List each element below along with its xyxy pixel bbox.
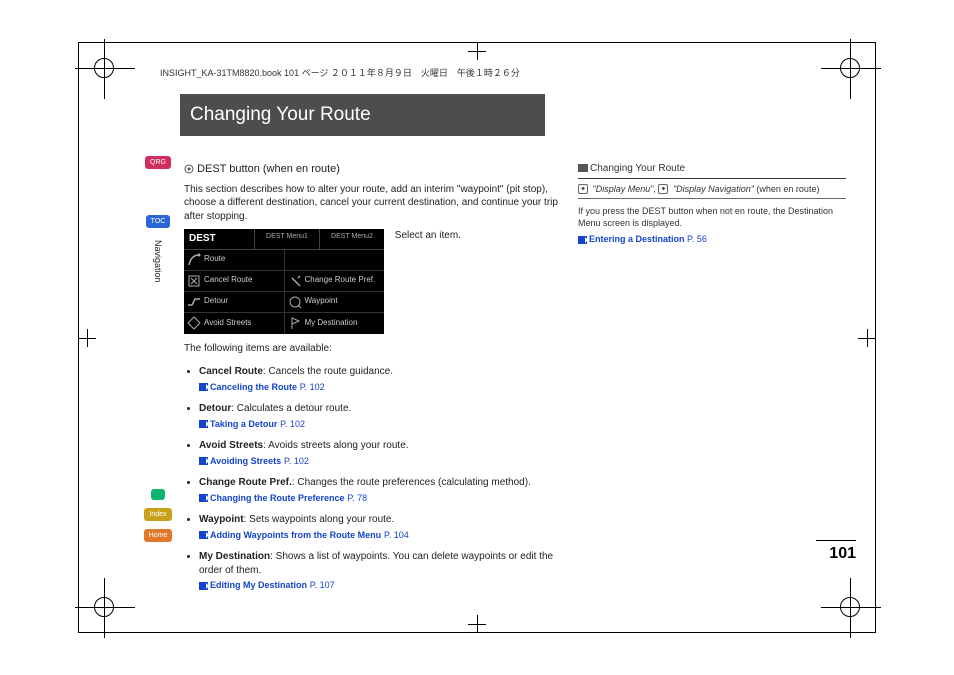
xref-link[interactable]: Adding Waypoints from the Route Menu [210,530,381,540]
sc-label: Change Route Pref. [305,276,376,285]
item-name: Waypoint [199,514,244,525]
list-item: Avoid Streets: Avoids streets along your… [199,439,564,468]
avoid-icon [187,316,201,330]
pref-icon [288,274,302,288]
sc-tab-menu1: DEST Menu1 [254,229,319,249]
xref-page: P. 102 [280,419,305,429]
items-list: Cancel Route: Cancels the route guidance… [184,365,564,593]
xref-link[interactable]: Entering a Destination [589,234,685,244]
route-icon [187,253,201,267]
aside-voice: ✦ "Display Menu", ✦ "Display Navigation"… [578,183,846,199]
aside-head-text: Changing Your Route [590,163,685,174]
voice-icon: ✦ [578,184,588,194]
voice-cmd-2: "Display Navigation" [673,184,754,194]
xref-icon [578,236,587,244]
crosshair [468,615,486,633]
sc-tab-menu2: DEST Menu2 [319,229,384,249]
registration-mark [94,58,114,78]
xref-icon [199,494,208,502]
crosshair [858,329,876,347]
sc-label: Waypoint [305,297,338,306]
xref-link[interactable]: Taking a Detour [210,419,277,429]
xref-link[interactable]: Avoiding Streets [210,456,281,466]
detour-icon [187,295,201,309]
item-name: Detour [199,403,231,414]
nav-screenshot: DEST DEST Menu1 DEST Menu2 Route Cancel … [184,229,384,334]
xref-page: P. 102 [284,456,309,466]
tab-qrg[interactable]: QRG [145,156,171,169]
xref-icon [199,457,208,465]
note-icon [578,164,588,172]
aside-heading: Changing Your Route [578,162,846,179]
item-desc: : Changes the route preferences (calcula… [292,477,531,488]
xref-icon [199,420,208,428]
tab-voice[interactable] [151,489,165,500]
intro-text: This section describes how to alter your… [184,183,564,224]
list-item: My Destination: Shows a list of waypoint… [199,550,564,593]
item-name: Change Route Pref. [199,477,292,488]
sc-label: Avoid Streets [204,319,251,328]
page-title: Changing Your Route [180,94,545,136]
voice-suffix: (when en route) [754,184,820,194]
item-desc: : Sets waypoints along your route. [244,514,395,525]
item-desc: : Avoids streets along your route. [263,440,408,451]
xref-icon [199,383,208,391]
sc-label: Cancel Route [204,276,252,285]
print-header: INSIGHT_KA-31TM8820.book 101 ページ ２０１１年８月… [160,66,520,79]
xref-page: P. 78 [347,493,367,503]
sc-label: Detour [204,297,228,306]
xref-link[interactable]: Editing My Destination [210,580,307,590]
dest-button-icon [184,164,194,174]
voice-cmd-1: "Display Menu" [593,184,654,194]
dest-icon [288,316,302,330]
crosshair [78,329,96,347]
registration-mark [94,597,114,617]
xref-link[interactable]: Changing the Route Preference [210,493,345,503]
section-name: Navigation [153,240,163,283]
page-num-rule [816,540,856,541]
item-desc: : Calculates a detour route. [231,403,351,414]
crosshair [468,42,486,60]
xref-page: P. 107 [310,580,335,590]
tab-toc[interactable]: TOC [146,215,171,228]
sc-label: My Destination [305,319,358,328]
tab-home[interactable]: Home [144,529,173,542]
xref-icon [199,531,208,539]
main-content: DEST button (when en route) This section… [184,162,564,601]
xref-page: P. 104 [384,530,409,540]
side-tabs: QRG TOC Navigation Index Home [144,156,172,542]
item-name: My Destination [199,551,270,562]
items-intro: The following items are available: [184,342,564,356]
registration-mark [840,58,860,78]
subheading: DEST button (when en route) [184,162,564,177]
list-item: Cancel Route: Cancels the route guidance… [199,365,564,394]
xref-page: P. 56 [687,234,707,244]
item-name: Avoid Streets [199,440,263,451]
xref-icon [199,582,208,590]
sc-tab-route: DEST [184,229,254,249]
cancel-icon [187,274,201,288]
select-item-text: Select an item. [395,229,461,243]
xref-page: P. 102 [300,382,325,392]
item-desc: : Cancels the route guidance. [263,366,393,377]
sc-label: Route [204,255,225,264]
voice-icon: ✦ [658,184,668,194]
page-number: 101 [829,545,856,563]
aside-column: Changing Your Route ✦ "Display Menu", ✦ … [578,162,846,245]
aside-paragraph: If you press the DEST button when not en… [578,205,846,229]
tab-index[interactable]: Index [144,508,171,521]
list-item: Detour: Calculates a detour route. Takin… [199,402,564,431]
list-item: Change Route Pref.: Changes the route pr… [199,476,564,505]
xref-link[interactable]: Canceling the Route [210,382,297,392]
registration-mark [840,597,860,617]
list-item: Waypoint: Sets waypoints along your rout… [199,513,564,542]
waypoint-icon [288,295,302,309]
item-name: Cancel Route [199,366,263,377]
subheading-text: DEST button (when en route) [197,163,340,175]
